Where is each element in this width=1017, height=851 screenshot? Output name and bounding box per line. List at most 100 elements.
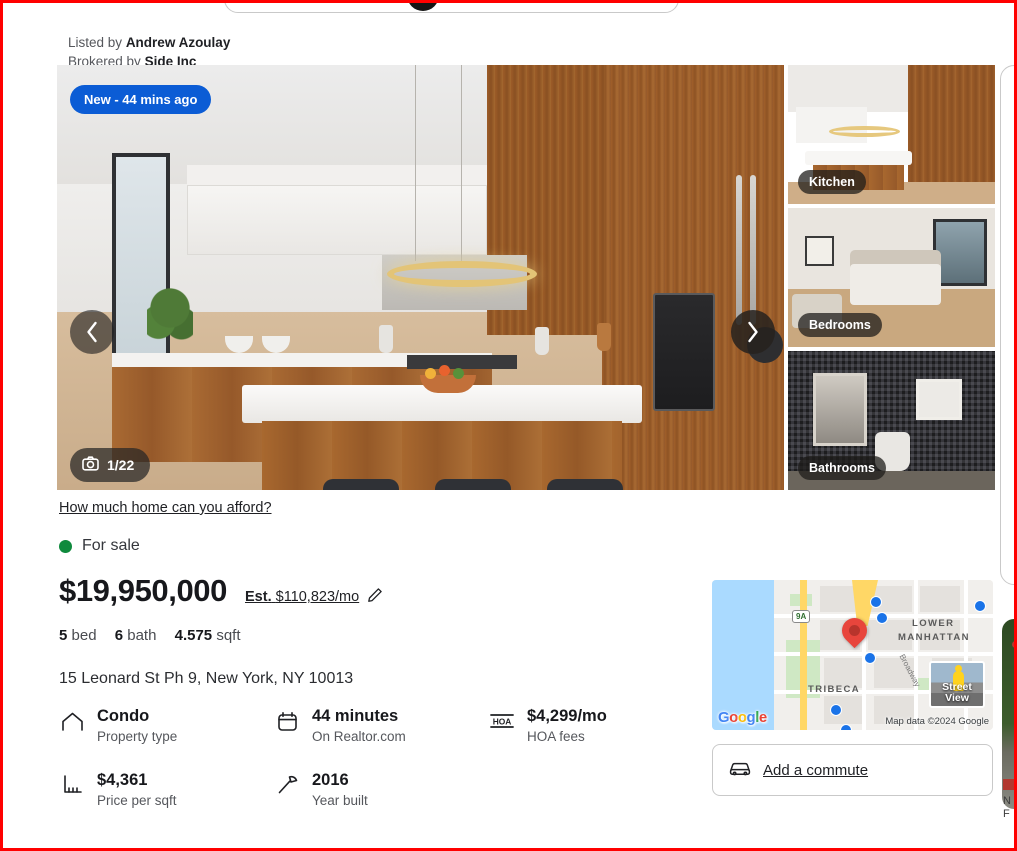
hoa-icon: HOA (489, 706, 515, 736)
est-prefix: Est. (245, 589, 272, 605)
thumb-mirror (812, 373, 867, 446)
property-facts: Condo Property type 44 minutes On Realto… (59, 706, 679, 808)
top-cutoff-card (224, 3, 679, 13)
home-icon (59, 706, 85, 736)
bath-count: 6 (114, 627, 124, 644)
edit-pencil-icon[interactable] (367, 587, 383, 607)
car-icon (729, 759, 751, 782)
google-logo: Google (718, 709, 767, 726)
sqft-count: 4.575 (174, 627, 213, 644)
hammer-icon (274, 770, 300, 800)
map-transit-icon (840, 724, 852, 730)
estimated-payment[interactable]: Est. $110,823/mo (245, 587, 383, 607)
sqft-label: sqft (216, 627, 241, 644)
listed-by-prefix: Listed by (68, 35, 123, 50)
scene-upper-cabinet-top (187, 165, 487, 187)
fact-hoa-fees: HOA $4,299/mo HOA fees (489, 706, 679, 744)
scene-pendant-wire (415, 65, 416, 261)
scene-cabinet-handle (736, 175, 742, 325)
scene-upper-cabinets (187, 185, 487, 255)
fact-label: Price per sqft (97, 793, 177, 808)
gallery-prev-button[interactable] (70, 310, 114, 354)
map-transit-icon (870, 596, 882, 608)
sqft-group: 4.575 sqft (175, 627, 241, 644)
fact-value: Condo (97, 707, 150, 725)
map-label-tribeca: TRIBECA (808, 684, 861, 695)
scene-fruit (453, 368, 464, 379)
scene-stool (547, 479, 623, 490)
fact-value: $4,299/mo (527, 707, 607, 725)
street-view-label: Street View (931, 682, 983, 704)
listed-by-agent: Andrew Azoulay (125, 35, 231, 50)
thumb-island-top (804, 151, 913, 166)
fact-year-built: 2016 Year built (274, 770, 489, 808)
fact-time-on-market: 44 minutes On Realtor.com (274, 706, 489, 744)
fact-text: Condo Property type (97, 706, 177, 744)
scene-oven (653, 293, 715, 411)
status-badge: For sale (59, 537, 140, 555)
thumbnail-label-bathrooms: Bathrooms (798, 456, 886, 480)
add-commute-button[interactable]: Add a commute (712, 744, 993, 796)
scene-vase (379, 325, 393, 353)
right-cutoff-line2: F (1003, 808, 1010, 820)
fact-text: 2016 Year built (312, 770, 368, 808)
calendar-icon (274, 706, 300, 736)
add-commute-label[interactable]: Add a commute (763, 762, 868, 779)
scene-wood-wall (602, 65, 784, 490)
svg-text:HOA: HOA (493, 716, 512, 726)
thumbnail-label-kitchen: Kitchen (798, 170, 866, 194)
scene-vase (597, 323, 611, 351)
ruler-icon (59, 770, 85, 800)
fact-label: On Realtor.com (312, 729, 406, 744)
thumbnail-label-bedrooms: Bedrooms (798, 313, 882, 337)
price-row: $19,950,000 Est. $110,823/mo (59, 573, 383, 609)
thumb-pendant (829, 126, 900, 138)
fact-value: 2016 (312, 771, 349, 789)
thumb-bed (850, 263, 942, 306)
fact-property-type: Condo Property type (59, 706, 274, 744)
bed-group: 5 bed (59, 627, 97, 644)
thumbnail-bedrooms[interactable]: Bedrooms (788, 208, 995, 347)
new-listing-badge: New - 44 mins ago (70, 85, 212, 114)
hero-photo[interactable]: New - 44 mins ago 1/22 (57, 65, 784, 490)
gallery-next-button[interactable] (731, 310, 775, 354)
map-transit-icon (864, 652, 876, 664)
fact-price-per-sqft: $4,361 Price per sqft (59, 770, 274, 808)
listed-by-line: Listed by Andrew Azoulay (68, 33, 230, 52)
map-transit-icon (974, 600, 986, 612)
thumbnail-bathrooms[interactable]: Bathrooms (788, 351, 995, 490)
fact-text: 44 minutes On Realtor.com (312, 706, 406, 744)
photo-counter[interactable]: 1/22 (70, 448, 151, 482)
fact-text: $4,361 Price per sqft (97, 770, 177, 808)
fact-value: 44 minutes (312, 707, 399, 725)
scene-vase (535, 327, 549, 355)
affordability-link[interactable]: How much home can you afford? (59, 500, 272, 516)
right-cutoff-badge (1003, 779, 1014, 790)
map-transit-icon (876, 612, 888, 624)
map-route-shield: 9A (792, 610, 811, 623)
street-view-button[interactable]: Street View (929, 661, 985, 708)
thumb-cabinets (796, 106, 867, 143)
photo-count-label: 1/22 (107, 457, 135, 473)
bed-bath-sqft: 5 bed 6 bath 4.575 sqft (59, 627, 241, 644)
right-cutoff-panel (1000, 65, 1014, 585)
map-transit-icon (830, 704, 842, 716)
estimated-payment-text[interactable]: Est. $110,823/mo (245, 589, 359, 605)
fact-label: Year built (312, 793, 368, 808)
scene-stool (435, 479, 511, 490)
listing-price: $19,950,000 (59, 573, 227, 608)
bath-label: bath (127, 627, 157, 644)
location-map[interactable]: 9A LOWER MANHATTAN TRIBECA Broadway Stre… (712, 580, 993, 730)
fact-value: $4,361 (97, 771, 148, 789)
scene-range (407, 355, 517, 369)
right-cutoff-text: N F (1003, 795, 1014, 821)
scene-stool (323, 479, 399, 490)
listing-page: Listed by Andrew Azoulay Brokered by Sid… (3, 3, 1014, 848)
thumb-artwork (916, 378, 962, 421)
thumbnail-kitchen[interactable]: Kitchen (788, 65, 995, 204)
thumb-artwork (804, 235, 834, 267)
status-label: For sale (82, 537, 140, 554)
scene-pendant-light (387, 261, 537, 287)
scene-fruit (439, 365, 450, 376)
scene-fruit (425, 368, 436, 379)
